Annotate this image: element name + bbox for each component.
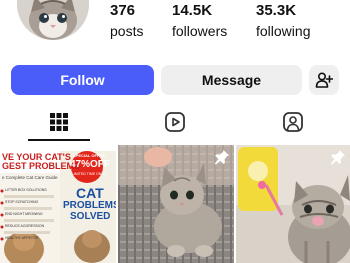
list-item: HEALTHY APPETITE xyxy=(5,236,39,240)
followers-stat[interactable]: 14.5K followers xyxy=(172,2,227,40)
post-tile[interactable]: VE YOUR CAT'S GEST PROBLEMS e Complete C… xyxy=(0,145,116,263)
offer-note: LIMITED TIME ONLY! xyxy=(72,172,107,176)
avatar[interactable] xyxy=(17,0,89,40)
followers-count: 14.5K xyxy=(172,2,213,19)
tab-reels[interactable] xyxy=(144,104,206,140)
following-label: following xyxy=(256,23,311,39)
reels-icon xyxy=(165,112,185,132)
following-stat[interactable]: 35.3K following xyxy=(256,2,310,40)
cover-title-1: CAT xyxy=(76,185,104,201)
person-add-icon xyxy=(315,72,333,88)
pinned-icon xyxy=(214,149,230,170)
avatar-cat-photo xyxy=(17,0,89,40)
offer-value: 47%OFF xyxy=(70,159,111,170)
cover-title-3: SOLVED xyxy=(70,211,111,222)
posts-stat[interactable]: 376 posts xyxy=(110,2,143,40)
list-item: LITTER BOX SOLUTIONS xyxy=(5,188,47,192)
list-item: REDUCE AGGRESSION xyxy=(5,224,45,228)
tab-tagged[interactable] xyxy=(262,104,324,140)
post-tile[interactable] xyxy=(118,145,234,263)
offer-tag: SPECIAL OFFER xyxy=(73,153,105,158)
message-button[interactable]: Message xyxy=(161,65,302,95)
posts-count: 376 xyxy=(110,2,136,19)
following-count: 35.3K xyxy=(256,2,297,19)
magazine-subline: e Complete Cat Care Guide xyxy=(2,175,58,180)
posts-label: posts xyxy=(110,23,144,39)
follow-button[interactable]: Follow xyxy=(11,65,154,95)
suggest-users-button[interactable] xyxy=(309,65,339,95)
cover-title-2: PROBLEMS xyxy=(63,200,116,211)
active-tab-indicator xyxy=(28,139,90,141)
magazine-headline-bottom: GEST PROBLEMS xyxy=(2,161,81,171)
list-item: END NIGHT MEOWING xyxy=(5,212,43,216)
grid-icon xyxy=(50,113,68,131)
followers-label: followers xyxy=(172,23,228,39)
tagged-person-icon xyxy=(283,112,303,132)
list-item: STOP SCRATCHING xyxy=(5,200,39,204)
pinned-icon xyxy=(330,149,346,170)
profile-page: 376 posts 14.5K followers 35.3K followin… xyxy=(0,0,350,263)
tab-posts-grid[interactable] xyxy=(28,104,90,140)
post-tile[interactable] xyxy=(236,145,350,263)
